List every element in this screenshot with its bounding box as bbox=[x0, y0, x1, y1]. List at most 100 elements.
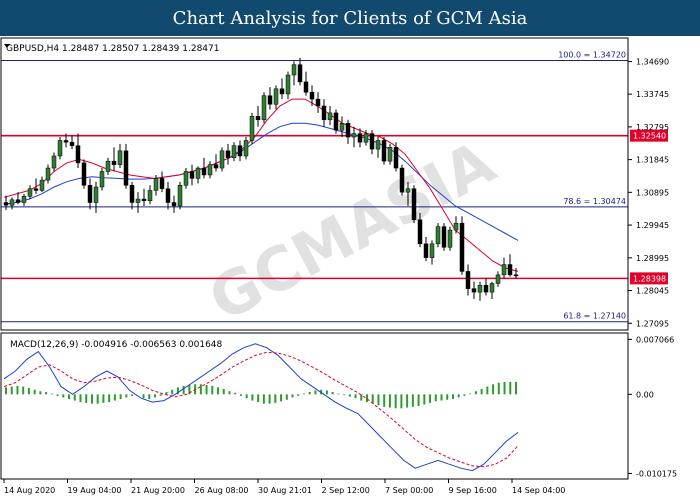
candle-body bbox=[177, 185, 183, 207]
price-tick-label: 1.34690 bbox=[636, 58, 669, 67]
fib-level-label: 100.0 = 1.34720 bbox=[558, 51, 626, 60]
price-tick-label: 1.33745 bbox=[636, 90, 669, 99]
price-chart-svg: GCMASIA 100.0 = 1.3472078.6 = 1.3047461.… bbox=[0, 36, 700, 500]
candle-body bbox=[267, 95, 273, 105]
candle-body bbox=[435, 226, 441, 245]
x-tick-label: 14 Aug 2020 bbox=[4, 486, 55, 495]
candle-body bbox=[213, 164, 219, 169]
candle-body bbox=[279, 88, 285, 95]
candle-body bbox=[261, 95, 267, 121]
candle-body bbox=[81, 162, 87, 186]
x-tick-label: 19 Aug 04:00 bbox=[68, 486, 122, 495]
candle-body bbox=[411, 188, 417, 220]
candle-body bbox=[363, 133, 369, 143]
candle-body bbox=[93, 186, 99, 203]
chart-area: GCMASIA 100.0 = 1.34720 78.6 = 1.30474 61.… bbox=[0, 36, 700, 500]
candle-body bbox=[3, 202, 9, 206]
candle-body bbox=[117, 150, 123, 165]
symbol-info: GBPUSD,H4 1.28487 1.28507 1.28439 1.2847… bbox=[6, 44, 219, 54]
x-tick-label: 7 Sep 00:00 bbox=[385, 486, 433, 495]
x-tick-label: 14 Sep 04:00 bbox=[512, 486, 565, 495]
candle-body bbox=[513, 274, 519, 277]
candle-body bbox=[507, 264, 513, 276]
candle-body bbox=[429, 243, 435, 258]
candle-body bbox=[351, 133, 357, 138]
candle-body bbox=[195, 167, 201, 179]
candle-body bbox=[477, 284, 483, 293]
candle-body bbox=[129, 185, 135, 203]
candle-body bbox=[423, 243, 429, 258]
candle-body bbox=[123, 150, 129, 186]
candle-body bbox=[75, 145, 81, 164]
macd-tick-label: 0.007066 bbox=[636, 335, 674, 344]
candle-body bbox=[189, 171, 195, 179]
candle-body bbox=[9, 199, 15, 206]
candle-body bbox=[99, 171, 105, 188]
candle-body bbox=[471, 288, 477, 293]
candle-body bbox=[255, 116, 261, 121]
candle-body bbox=[33, 188, 39, 191]
candle-body bbox=[465, 271, 471, 289]
price-tick-label: 1.27095 bbox=[636, 319, 669, 328]
candle-body bbox=[45, 167, 51, 181]
candle-body bbox=[297, 64, 303, 83]
candle-body bbox=[387, 147, 393, 162]
x-tick-label: 2 Sep 12:00 bbox=[322, 486, 370, 495]
candle-body bbox=[447, 229, 453, 248]
candle-body bbox=[315, 98, 321, 107]
candle-body bbox=[183, 171, 189, 186]
candle-body bbox=[141, 198, 147, 202]
candle-body bbox=[309, 91, 315, 100]
candle-body bbox=[135, 198, 141, 203]
candle-body bbox=[15, 199, 21, 203]
candle-body bbox=[201, 167, 207, 176]
candle-body bbox=[327, 112, 333, 121]
candle-body bbox=[39, 179, 45, 191]
candle-body bbox=[159, 178, 165, 189]
candle-body bbox=[153, 178, 159, 191]
candle-body bbox=[51, 155, 57, 169]
price-tick-label: 1.30895 bbox=[636, 188, 669, 197]
candle-body bbox=[381, 140, 387, 162]
candle-body bbox=[111, 160, 117, 165]
candle-body bbox=[243, 140, 249, 157]
candle-body bbox=[489, 283, 495, 293]
candle-body bbox=[453, 222, 459, 231]
candle-body bbox=[207, 164, 213, 176]
candle-body bbox=[21, 196, 27, 203]
x-tick-label: 9 Sep 16:00 bbox=[449, 486, 497, 495]
price-tick-label: 1.28045 bbox=[636, 287, 669, 296]
candle-body bbox=[231, 145, 237, 158]
candle-body bbox=[165, 188, 171, 203]
candle-body bbox=[459, 222, 465, 272]
macd-label: MACD(12,26,9) -0.004916 -0.006563 0.0016… bbox=[10, 340, 223, 350]
candle-body bbox=[63, 140, 69, 143]
candle-body bbox=[273, 88, 279, 105]
candle-body bbox=[285, 74, 291, 95]
candle-body bbox=[483, 284, 489, 293]
price-tick-label: 1.32795 bbox=[636, 123, 669, 132]
candle-body bbox=[219, 150, 225, 169]
page-title: Chart Analysis for Clients of GCM Asia bbox=[172, 7, 528, 29]
candle-body bbox=[171, 202, 177, 207]
candle-body bbox=[249, 116, 255, 141]
price-tick-label: 1.29945 bbox=[636, 221, 669, 230]
price-tick-label: 1.31845 bbox=[636, 156, 669, 165]
candle-body bbox=[225, 150, 231, 158]
candle-body bbox=[357, 133, 363, 143]
candle-body bbox=[321, 105, 327, 121]
candle-body bbox=[501, 264, 507, 276]
x-tick-label: 30 Aug 21:01 bbox=[258, 486, 312, 495]
candle-body bbox=[339, 123, 345, 131]
candle-body bbox=[57, 140, 63, 157]
price-tick-label: 1.28995 bbox=[636, 254, 669, 263]
candle-body bbox=[369, 133, 375, 150]
x-tick-label: 26 Aug 08:00 bbox=[195, 486, 249, 495]
candle-body bbox=[333, 112, 339, 131]
candle-body bbox=[237, 145, 243, 157]
candle-body bbox=[303, 81, 309, 93]
level-price-tag-text: 1.28398 bbox=[633, 274, 666, 283]
candle-body bbox=[87, 185, 93, 203]
candle-body bbox=[345, 123, 351, 138]
candle-body bbox=[147, 190, 153, 202]
